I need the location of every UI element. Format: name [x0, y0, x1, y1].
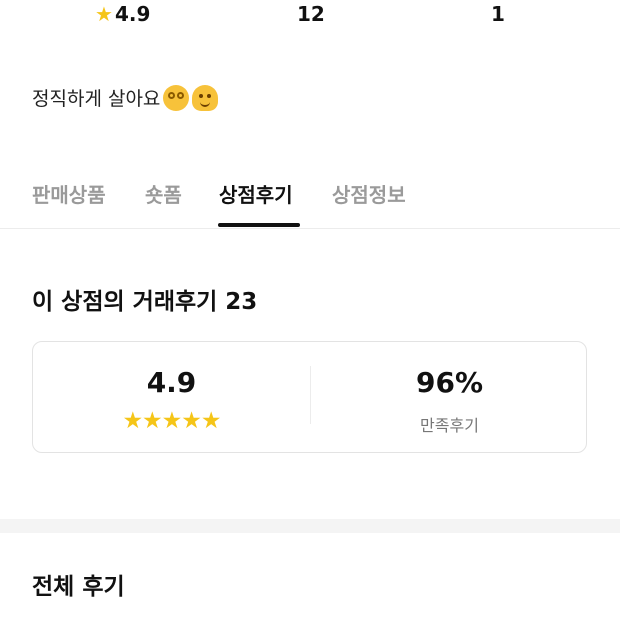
bio-text: 정직하게 살아요: [32, 88, 161, 110]
shop-bio: 정직하게 살아요: [32, 84, 219, 111]
average-rating: 4.9: [146, 366, 197, 399]
tab-shop-info[interactable]: 상점정보: [332, 179, 406, 208]
satisfaction-percent: 96%: [415, 366, 484, 399]
section-divider-band: [0, 519, 620, 533]
shop-stats-row: ★ 4.9 12 1: [0, 0, 620, 30]
review-section-title: 이 상점의 거래후기 23: [32, 289, 258, 315]
tab-products[interactable]: 판매상품: [32, 179, 106, 208]
second-stat-value[interactable]: 12: [297, 2, 325, 26]
rating-stat-value: 4.9: [114, 2, 151, 26]
active-tab-indicator: [218, 223, 300, 227]
satisfaction-label: 만족후기: [420, 416, 479, 435]
rating-stat[interactable]: ★ 4.9: [95, 2, 150, 26]
tab-reviews[interactable]: 상점후기: [219, 179, 293, 208]
tab-shortform[interactable]: 숏폼: [145, 179, 182, 208]
shop-tabs: 판매상품 숏폼 상점후기 상점정보: [0, 175, 620, 229]
spiral-eyes-face-icon: [163, 84, 190, 111]
rating-stars: ★★★★★: [122, 408, 221, 434]
third-stat-value[interactable]: 1: [491, 2, 505, 26]
star-icon: ★: [95, 2, 113, 26]
melting-face-icon: [192, 84, 219, 111]
all-reviews-title: 전체 후기: [32, 574, 125, 600]
review-summary-card: 4.9 ★★★★★ 96% 만족후기: [32, 341, 587, 453]
